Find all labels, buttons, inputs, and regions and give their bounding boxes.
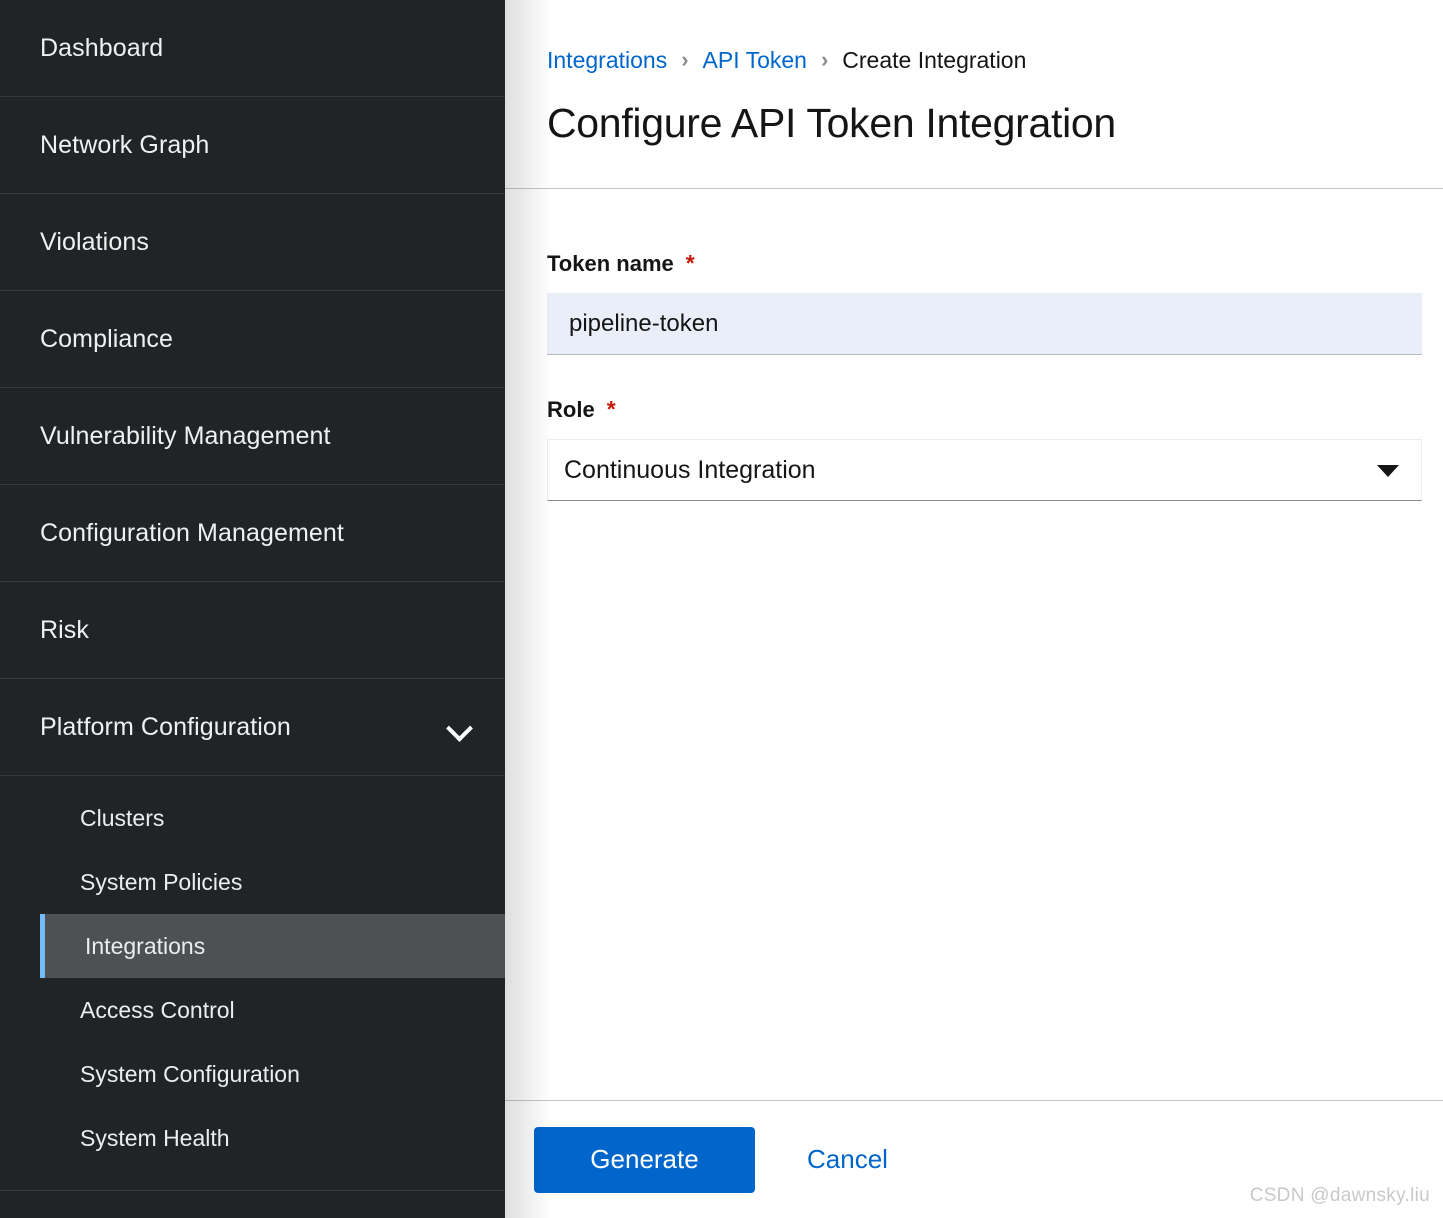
breadcrumb-separator-icon: › — [681, 47, 689, 72]
role-label-row: Role * — [547, 397, 1422, 423]
sidebar-item-integrations[interactable]: Integrations — [40, 914, 505, 978]
app-root: Dashboard Network Graph Violations Compl… — [0, 0, 1443, 1218]
sidebar-subitem-label: Clusters — [80, 804, 165, 831]
sidebar-sub-nav: Clusters System Policies Integrations Ac… — [0, 776, 505, 1170]
sidebar-item-clusters[interactable]: Clusters — [0, 786, 505, 850]
sidebar-item-configuration-management[interactable]: Configuration Management — [0, 485, 505, 582]
role-label: Role — [547, 397, 595, 422]
page-title: Configure API Token Integration — [547, 100, 1116, 146]
main-content: Integrations › API Token › Create Integr… — [505, 0, 1443, 1218]
sidebar-item-system-configuration[interactable]: System Configuration — [0, 1042, 505, 1106]
sidebar-item-risk[interactable]: Risk — [0, 582, 505, 679]
token-name-input[interactable] — [547, 293, 1422, 355]
sidebar-item-vulnerability-management[interactable]: Vulnerability Management — [0, 388, 505, 485]
page-header: Integrations › API Token › Create Integr… — [505, 0, 1443, 189]
cancel-button[interactable]: Cancel — [807, 1144, 888, 1175]
sidebar-subitem-label: System Health — [80, 1124, 230, 1151]
sidebar-item-label: Network Graph — [40, 130, 210, 159]
required-indicator: * — [606, 396, 616, 422]
sidebar-primary-nav: Dashboard Network Graph Violations Compl… — [0, 0, 505, 776]
sidebar-item-network-graph[interactable]: Network Graph — [0, 97, 505, 194]
sidebar-item-label: Platform Configuration — [40, 712, 291, 741]
required-indicator: * — [685, 250, 695, 276]
sidebar-item-label: Dashboard — [40, 33, 164, 62]
breadcrumb-item-create-integration: Create Integration — [842, 46, 1027, 73]
sidebar-item-system-health[interactable]: System Health — [0, 1106, 505, 1170]
token-name-label-row: Token name * — [547, 251, 1422, 277]
sidebar-item-compliance[interactable]: Compliance — [0, 291, 505, 388]
breadcrumb: Integrations › API Token › Create Integr… — [547, 44, 1404, 76]
sidebar-item-label: Configuration Management — [40, 518, 344, 547]
sidebar-item-violations[interactable]: Violations — [0, 194, 505, 291]
generate-button[interactable]: Generate — [534, 1126, 755, 1193]
role-select-value: Continuous Integration — [564, 456, 816, 484]
integration-form: Token name * Role * Continuous Integrati… — [505, 189, 1443, 1100]
sidebar: Dashboard Network Graph Violations Compl… — [0, 0, 505, 1218]
sidebar-item-label: Compliance — [40, 324, 174, 353]
sidebar-item-platform-configuration[interactable]: Platform Configuration — [0, 679, 505, 776]
sidebar-subitem-label: System Configuration — [80, 1060, 300, 1087]
sidebar-subitem-label: Integrations — [85, 932, 206, 959]
sidebar-item-dashboard[interactable]: Dashboard — [0, 0, 505, 97]
breadcrumb-item-integrations[interactable]: Integrations — [547, 47, 667, 74]
chevron-down-icon[interactable] — [447, 714, 473, 740]
watermark: CSDN @dawnsky.liu — [1249, 1185, 1430, 1206]
sidebar-item-label: Violations — [40, 227, 149, 256]
sidebar-item-label: Risk — [40, 615, 90, 644]
role-select[interactable]: Continuous Integration — [547, 439, 1422, 501]
sidebar-subitem-label: Access Control — [80, 996, 235, 1023]
sidebar-item-system-policies[interactable]: System Policies — [0, 850, 505, 914]
sidebar-item-label: Vulnerability Management — [40, 421, 331, 450]
breadcrumb-item-api-token[interactable]: API Token — [703, 47, 807, 74]
breadcrumb-separator-icon: › — [820, 47, 829, 72]
sidebar-divider — [0, 1190, 505, 1191]
sidebar-item-access-control[interactable]: Access Control — [0, 978, 505, 1042]
sidebar-subitem-label: System Policies — [80, 868, 243, 895]
field-role: Role * Continuous Integration — [547, 397, 1422, 501]
field-token-name: Token name * — [547, 251, 1422, 355]
token-name-label: Token name — [547, 251, 674, 276]
caret-down-icon[interactable] — [1377, 465, 1399, 477]
